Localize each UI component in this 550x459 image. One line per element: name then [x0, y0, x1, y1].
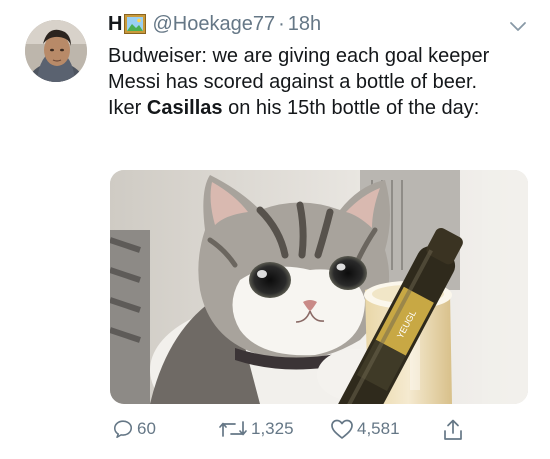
timestamp[interactable]: 18h: [288, 13, 321, 36]
share-button[interactable]: [442, 418, 467, 442]
tweet-text-line-1: Budweiser: we are giving each goal keepe…: [108, 45, 490, 93]
avatar[interactable]: [25, 20, 87, 82]
handle[interactable]: @Hoekage77: [152, 13, 275, 36]
tweet-text-prefix: Iker: [108, 97, 147, 119]
like-icon: [331, 419, 353, 439]
tweet-text-suffix: on his 15th bottle of the day:: [222, 97, 480, 119]
like-button[interactable]: 4,581: [330, 418, 400, 440]
reply-count: 60: [137, 419, 156, 438]
framed-picture-emoji-icon: [124, 14, 147, 34]
tweet: H @Hoekage77 · 18h Budweiser: we are giv…: [0, 0, 550, 459]
retweet-button[interactable]: 1,325: [218, 418, 294, 440]
reply-button[interactable]: 60: [112, 418, 156, 440]
tweet-text-line-2: Iker Casillas on his 15th bottle of the …: [108, 95, 538, 121]
share-icon: [444, 419, 462, 440]
chevron-down-icon[interactable]: [508, 20, 528, 34]
like-count: 4,581: [357, 419, 400, 438]
separator: ·: [278, 12, 285, 35]
tweet-actions: 60 1,325 4,581: [108, 418, 488, 444]
tweet-text: Budweiser: we are giving each goal keepe…: [108, 43, 538, 121]
tweet-text-bold: Casillas: [146, 97, 223, 119]
retweet-count: 1,325: [251, 419, 294, 438]
tweet-media-image[interactable]: YEUGL: [110, 170, 528, 404]
display-name[interactable]: H: [108, 13, 122, 36]
retweet-icon: [219, 421, 247, 437]
reply-icon: [113, 420, 133, 439]
tweet-header: H @Hoekage77 · 18h: [108, 10, 321, 38]
